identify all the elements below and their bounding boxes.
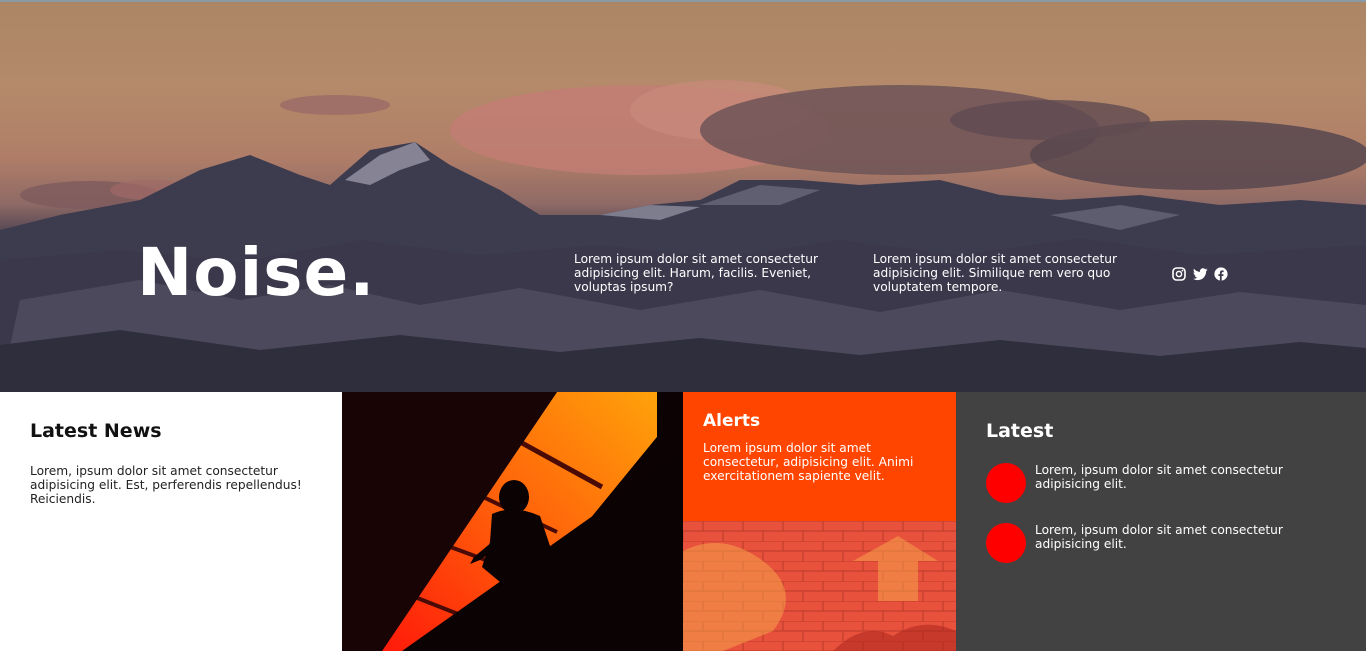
mountain-background-image [0, 80, 1366, 392]
brick-wall-image [683, 521, 956, 651]
alerts-panel: Alerts Lorem ipsum dolor sit amet consec… [683, 392, 956, 651]
latest-list-item[interactable]: Lorem, ipsum dolor sit amet consectetur … [986, 463, 1326, 505]
facebook-icon[interactable] [1214, 266, 1228, 281]
latest-item-thumbnail [986, 463, 1026, 503]
stairway-silhouette-image [342, 392, 683, 651]
site-brand-logo[interactable]: Noise. [137, 232, 375, 314]
hero-intro-text-2: Lorem ipsum dolor sit amet consectetur a… [873, 252, 1117, 294]
hero-banner: Noise. Lorem ipsum dolor sit amet consec… [0, 0, 1366, 392]
twitter-icon[interactable] [1193, 266, 1208, 281]
latest-list-item[interactable]: Lorem, ipsum dolor sit amet consectetur … [986, 523, 1326, 565]
latest-panel: Latest Lorem, ipsum dolor sit amet conse… [956, 392, 1366, 651]
latest-news-body: Lorem, ipsum dolor sit amet consectetur … [30, 464, 302, 506]
latest-title: Latest [986, 420, 1054, 442]
latest-item-thumbnail [986, 523, 1026, 563]
instagram-icon[interactable] [1172, 266, 1186, 281]
latest-item-text: Lorem, ipsum dolor sit amet consectetur … [1035, 523, 1283, 551]
alerts-title: Alerts [703, 411, 761, 431]
social-links [1172, 266, 1228, 281]
latest-news-title: Latest News [30, 420, 162, 442]
latest-news-panel: Latest News Lorem, ipsum dolor sit amet … [0, 392, 342, 651]
latest-item-text: Lorem, ipsum dolor sit amet consectetur … [1035, 463, 1283, 491]
hero-intro-text-1: Lorem ipsum dolor sit amet consectetur a… [574, 252, 818, 294]
alerts-body: Lorem ipsum dolor sit amet consectetur, … [703, 441, 914, 483]
